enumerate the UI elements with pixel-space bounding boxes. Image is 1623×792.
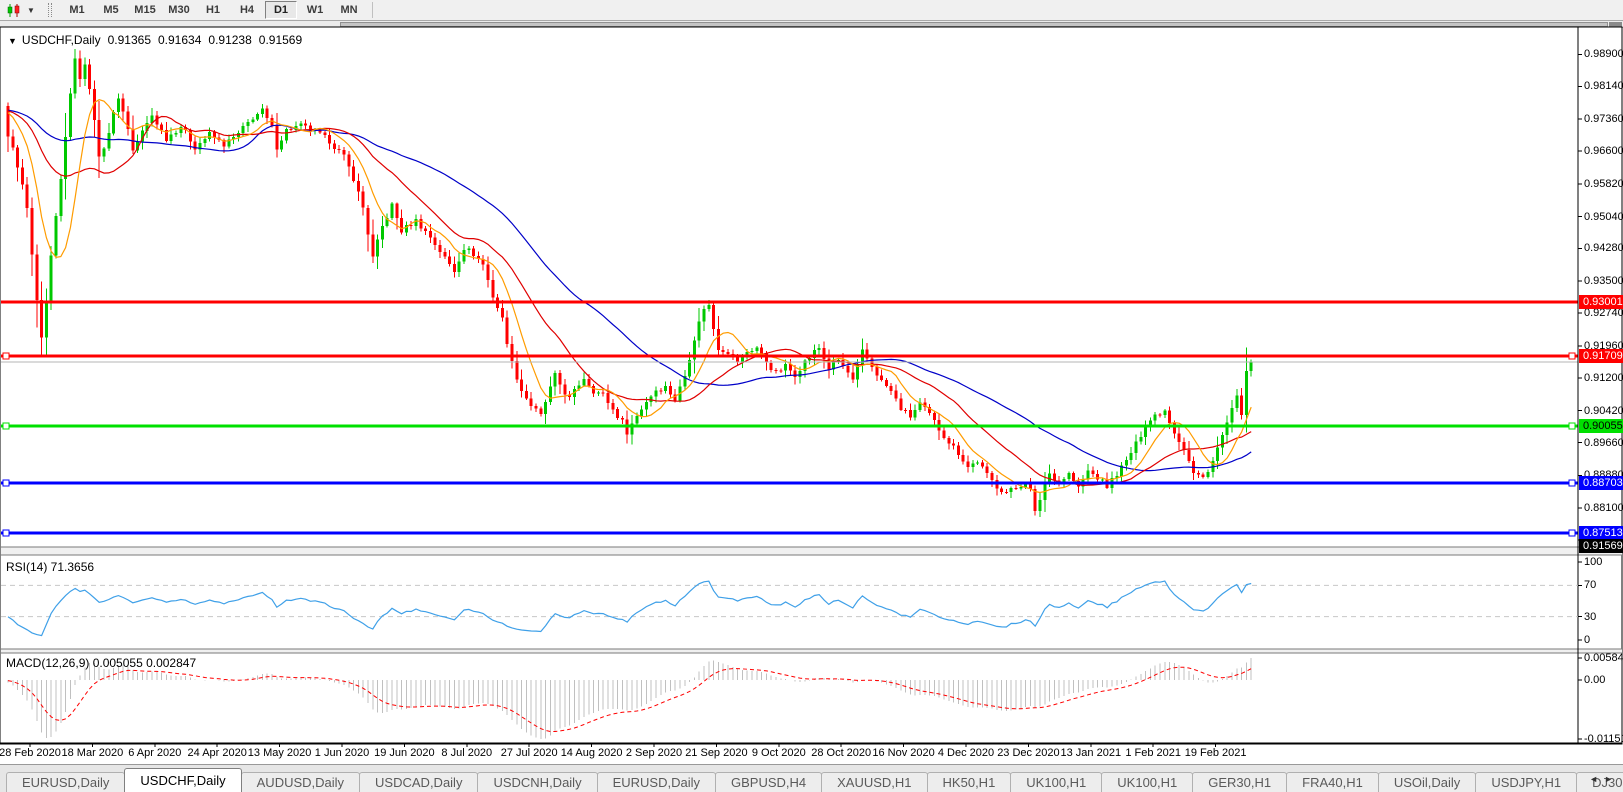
chart-tab-usdjpy-h1[interactable]: USDJPY,H1 <box>1475 772 1577 792</box>
rsi-axis-label: 100 <box>1584 556 1602 568</box>
chart-tab-eurusd-daily[interactable]: EURUSD,Daily <box>597 772 716 792</box>
price-axis-label: 0.89660 <box>1584 437 1623 449</box>
line-handle-left[interactable] <box>3 480 9 486</box>
chart-tab-usoil-daily[interactable]: USOil,Daily <box>1378 772 1476 792</box>
rsi-axis-label: 0 <box>1584 634 1590 646</box>
price-axis-label: 0.91200 <box>1584 372 1623 384</box>
ohlc-high: 0.91634 <box>158 33 201 47</box>
line-handle-right[interactable] <box>1569 353 1575 359</box>
tab-scroll-arrows: ◄► <box>1589 774 1619 784</box>
chart-title: ▼ USDCHF,Daily 0.91365 0.91634 0.91238 0.9156… <box>8 33 309 47</box>
macd-indicator-label: MACD(12,26,9) 0.005055 0.002847 <box>6 656 196 670</box>
chart-tab-hk50-h1[interactable]: HK50,H1 <box>927 772 1012 792</box>
chart-tab-ger30-h1[interactable]: GER30,H1 <box>1192 772 1287 792</box>
price-axis-label: 0.90420 <box>1584 405 1623 417</box>
chart-tabs: EURUSD,DailyUSDCHF,DailyAUDUSD,DailyUSDC… <box>6 765 1623 792</box>
candle <box>391 202 394 220</box>
line-handle-left[interactable] <box>3 353 9 359</box>
chart-tab-usdcad-daily[interactable]: USDCAD,Daily <box>359 772 478 792</box>
candle <box>59 175 62 222</box>
chart-symbol-label: USDCHF,Daily <box>22 33 101 47</box>
date-label: 19 Feb 2021 <box>1176 747 1256 759</box>
ohlc-open: 0.91365 <box>108 33 151 47</box>
price-axis-label: 0.93500 <box>1584 275 1623 287</box>
chart-tab-eurusd-daily[interactable]: EURUSD,Daily <box>6 772 125 792</box>
chart-tab-xauusd-h1[interactable]: XAUUSD,H1 <box>821 772 927 792</box>
hline-price-tag-0.91709[interactable]: 0.91709 <box>1579 349 1623 363</box>
price-axis-label: 0.94280 <box>1584 242 1623 254</box>
line-handle-right[interactable] <box>1569 530 1575 536</box>
tab-scroll-right-button[interactable]: ► <box>1604 774 1619 784</box>
hline-price-tag-0.88703[interactable]: 0.88703 <box>1579 476 1623 490</box>
line-handle-left[interactable] <box>3 530 9 536</box>
price-axis-label: 0.98140 <box>1584 80 1623 92</box>
candle <box>69 88 72 141</box>
hline-price-tag-0.90055[interactable]: 0.90055 <box>1579 419 1623 433</box>
ohlc-low: 0.91238 <box>208 33 251 47</box>
rsi-axis-label: 70 <box>1584 579 1596 591</box>
macd-axis-label: 0.00 <box>1584 674 1605 686</box>
price-axis-label: 0.95820 <box>1584 178 1623 190</box>
ohlc-close: 0.91569 <box>259 33 302 47</box>
chart-collapse-icon[interactable]: ▼ <box>8 36 17 46</box>
chart-tab-uk100-h1[interactable]: UK100,H1 <box>1010 772 1102 792</box>
chart-tab-usdcnh-daily[interactable]: USDCNH,Daily <box>477 772 597 792</box>
price-axis-label: 0.88100 <box>1584 502 1623 514</box>
trading-platform-window: ▼ M1M5M15M30H1H4D1W1MN ▼USDCHF,Daily0.91… <box>0 0 1623 792</box>
current-price-tag: 0.91569 <box>1579 539 1623 553</box>
chart-tab-gbpusd-h4[interactable]: GBPUSD,H4 <box>715 772 822 792</box>
tab-scroll-left-button[interactable]: ◄ <box>1589 774 1604 784</box>
rsi-indicator-label: RSI(14) 71.3656 <box>6 560 94 574</box>
candle <box>1072 472 1075 483</box>
macd-axis-label: -0.011516 <box>1584 733 1623 745</box>
price-axis-label: 0.97360 <box>1584 113 1623 125</box>
candle <box>55 213 58 259</box>
price-chart-canvas[interactable] <box>0 0 1623 764</box>
chart-tab-uk100-h1[interactable]: UK100,H1 <box>1101 772 1193 792</box>
price-axis-label: 0.98900 <box>1584 48 1623 60</box>
line-handle-right[interactable] <box>1569 423 1575 429</box>
chart-tab-bar: EURUSD,DailyUSDCHF,DailyAUDUSD,DailyUSDC… <box>0 764 1623 792</box>
hline-price-tag-0.93001[interactable]: 0.93001 <box>1579 295 1623 309</box>
price-axis-label: 0.95040 <box>1584 211 1623 223</box>
price-axis-label: 0.96600 <box>1584 145 1623 157</box>
candle <box>1034 486 1037 516</box>
rsi-axis-label: 30 <box>1584 611 1596 623</box>
chart-tab-fra40-h1[interactable]: FRA40,H1 <box>1286 772 1379 792</box>
chart-tab-usdchf-daily[interactable]: USDCHF,Daily <box>124 768 241 792</box>
macd-axis-label: 0.005844 <box>1584 652 1623 664</box>
line-handle-right[interactable] <box>1569 480 1575 486</box>
line-handle-left[interactable] <box>3 423 9 429</box>
chart-tab-audusd-daily[interactable]: AUDUSD,Daily <box>241 772 360 792</box>
hline-price-tag-0.87513[interactable]: 0.87513 <box>1579 526 1623 540</box>
